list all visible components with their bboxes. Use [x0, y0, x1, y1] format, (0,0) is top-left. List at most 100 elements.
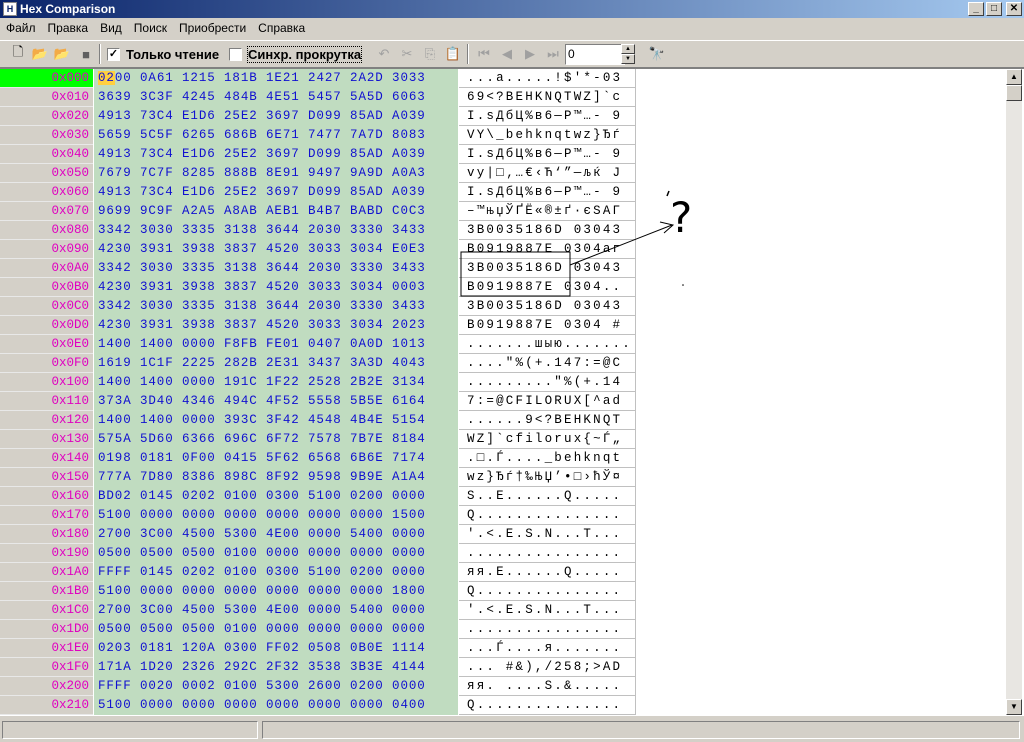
- cut-button[interactable]: ✂: [397, 44, 417, 64]
- row-hex-bytes[interactable]: 5659 5C5F 6265 686B 6E71 7477 7A7D 8083: [94, 126, 458, 145]
- hex-row[interactable]: 0x0F0 1619 1C1F 2225 282B 2E31 3437 3A3D …: [0, 354, 636, 373]
- row-hex-bytes[interactable]: 777A 7D80 8386 898C 8F92 9598 9B9E A1A4: [94, 468, 458, 487]
- row-hex-bytes[interactable]: 3342 3030 3335 3138 3644 2030 3330 3433: [94, 221, 458, 240]
- hex-view[interactable]: 0x000 0200 0A61 1215 181B 1E21 2427 2A2D …: [0, 68, 1024, 716]
- row-hex-bytes[interactable]: 1400 1400 0000 F8FB FE01 0407 0A0D 1013: [94, 335, 458, 354]
- row-ascii[interactable]: 3B0035186D 03043: [459, 259, 636, 278]
- menu-edit[interactable]: Правка: [42, 18, 95, 38]
- row-ascii[interactable]: 3B0035186D 03043: [459, 221, 636, 240]
- row-ascii[interactable]: vy|□‚…€‹Ћ‘”—љќ J: [459, 164, 636, 183]
- hex-row[interactable]: 0x200 FFFF 0020 0002 0100 5300 2600 0200 …: [0, 677, 636, 696]
- hex-row[interactable]: 0x120 1400 1400 0000 393C 3F42 4548 4B4E …: [0, 411, 636, 430]
- scroll-down-icon[interactable]: ▼: [1006, 699, 1022, 715]
- prev-diff-button[interactable]: ◀: [497, 44, 517, 64]
- hex-row[interactable]: 0x140 0198 0181 0F00 0415 5F62 6568 6B6E …: [0, 449, 636, 468]
- offset-spinner[interactable]: ▲ ▼: [621, 44, 635, 65]
- row-ascii[interactable]: Q...............: [459, 696, 636, 715]
- hex-row[interactable]: 0x020 4913 73C4 E1D6 25E2 3697 D099 85AD …: [0, 107, 636, 126]
- hex-row[interactable]: 0x1F0 171A 1D20 2326 292C 2F32 3538 3B3E …: [0, 658, 636, 677]
- menu-view[interactable]: Вид: [94, 18, 128, 38]
- row-ascii[interactable]: яя. ....S.&.....: [459, 677, 636, 696]
- menu-file[interactable]: Файл: [0, 18, 42, 38]
- next-diff-button[interactable]: ▶: [520, 44, 540, 64]
- open-compare-button[interactable]: 📂: [52, 44, 72, 64]
- row-hex-bytes[interactable]: 7679 7C7F 8285 888B 8E91 9497 9A9D A0A3: [94, 164, 458, 183]
- row-ascii[interactable]: '.<.E.S.N...T...: [459, 601, 636, 620]
- row-hex-bytes[interactable]: 5100 0000 0000 0000 0000 0000 0000 1500: [94, 506, 458, 525]
- hex-row[interactable]: 0x100 1400 1400 0000 191C 1F22 2528 2B2E …: [0, 373, 636, 392]
- row-ascii[interactable]: ...a.....!$'*-03: [459, 69, 636, 88]
- hex-row[interactable]: 0x0B0 4230 3931 3938 3837 4520 3033 3034 …: [0, 278, 636, 297]
- row-hex-bytes[interactable]: 3342 3030 3335 3138 3644 2030 3330 3433: [94, 297, 458, 316]
- row-hex-bytes[interactable]: 1400 1400 0000 191C 1F22 2528 2B2E 3134: [94, 373, 458, 392]
- row-ascii[interactable]: I.sДбЦ%в6—Р™…- 9: [459, 107, 636, 126]
- hex-row[interactable]: 0x150 777A 7D80 8386 898C 8F92 9598 9B9E …: [0, 468, 636, 487]
- spin-up-icon[interactable]: ▲: [621, 44, 635, 54]
- row-ascii[interactable]: ......9<?BEHKNQT: [459, 411, 636, 430]
- row-hex-bytes[interactable]: 575A 5D60 6366 696C 6F72 7578 7B7E 8184: [94, 430, 458, 449]
- hex-row[interactable]: 0x1E0 0203 0181 120A 0300 FF02 0508 0B0E …: [0, 639, 636, 658]
- stop-button[interactable]: ■: [76, 44, 96, 64]
- row-ascii[interactable]: 7:=@CFILORUX[^ad: [459, 392, 636, 411]
- hex-row[interactable]: 0x030 5659 5C5F 6265 686B 6E71 7477 7A7D …: [0, 126, 636, 145]
- close-button[interactable]: ✕: [1006, 2, 1022, 16]
- row-ascii[interactable]: .......шыю.......: [459, 335, 636, 354]
- row-hex-bytes[interactable]: 2700 3C00 4500 5300 4E00 0000 5400 0000: [94, 525, 458, 544]
- edit-cursor[interactable]: 02: [98, 71, 115, 85]
- scroll-thumb[interactable]: [1006, 85, 1022, 101]
- sync-scroll-checkbox[interactable]: [229, 48, 242, 61]
- row-ascii[interactable]: .□.Ѓ...._behknqt: [459, 449, 636, 468]
- row-ascii[interactable]: 3B0035186D 03043: [459, 297, 636, 316]
- find-button[interactable]: 🔭: [647, 44, 667, 64]
- row-ascii[interactable]: ................: [459, 544, 636, 563]
- hex-row[interactable]: 0x080 3342 3030 3335 3138 3644 2030 3330 …: [0, 221, 636, 240]
- hex-row[interactable]: 0x050 7679 7C7F 8285 888B 8E91 9497 9A9D …: [0, 164, 636, 183]
- spin-down-icon[interactable]: ▼: [621, 54, 635, 64]
- row-ascii[interactable]: wz}Ђѓ†‰ЊЏ’•□›ћЎ¤: [459, 468, 636, 487]
- row-hex-bytes[interactable]: 4230 3931 3938 3837 4520 3033 3034 E0E3: [94, 240, 458, 259]
- row-hex-bytes[interactable]: 0500 0500 0500 0100 0000 0000 0000 0000: [94, 620, 458, 639]
- hex-row[interactable]: 0x0A0 3342 3030 3335 3138 3644 2030 3330 …: [0, 259, 636, 278]
- hex-row[interactable]: 0x040 4913 73C4 E1D6 25E2 3697 D099 85AD …: [0, 145, 636, 164]
- hex-row[interactable]: 0x110 373A 3D40 4346 494C 4F52 5558 5B5E …: [0, 392, 636, 411]
- hex-row[interactable]: 0x1B0 5100 0000 0000 0000 0000 0000 0000 …: [0, 582, 636, 601]
- menu-buy[interactable]: Приобрести: [173, 18, 252, 38]
- hex-row[interactable]: 0x130 575A 5D60 6366 696C 6F72 7578 7B7E …: [0, 430, 636, 449]
- row-hex-bytes[interactable]: 3342 3030 3335 3138 3644 2030 3330 3433: [94, 259, 458, 278]
- hex-row[interactable]: 0x010 3639 3C3F 4245 484B 4E51 5457 5A5D …: [0, 88, 636, 107]
- row-ascii[interactable]: WZ]`cfilorux{~Ѓ„: [459, 430, 636, 449]
- row-hex-bytes[interactable]: 0500 0500 0500 0100 0000 0000 0000 0000: [94, 544, 458, 563]
- paste-button[interactable]: 📋: [443, 44, 463, 64]
- row-hex-bytes[interactable]: BD02 0145 0202 0100 0300 5100 0200 0000: [94, 487, 458, 506]
- row-hex-bytes[interactable]: 4230 3931 3938 3837 4520 3033 3034 0003: [94, 278, 458, 297]
- row-ascii[interactable]: I.sДбЦ%в6—Р™…- 9: [459, 145, 636, 164]
- row-ascii[interactable]: B0919887E 0304 #: [459, 316, 636, 335]
- hex-row[interactable]: 0x160 BD02 0145 0202 0100 0300 5100 0200 …: [0, 487, 636, 506]
- row-ascii[interactable]: '.<.E.S.N...T...: [459, 525, 636, 544]
- vertical-scrollbar[interactable]: ▲ ▼: [1006, 69, 1022, 715]
- sync-scroll-label[interactable]: Синхр. прокрутка: [246, 46, 363, 63]
- row-ascii[interactable]: VY\_behknqtwz}Ђѓ: [459, 126, 636, 145]
- row-hex-bytes[interactable]: 5100 0000 0000 0000 0000 0000 0000 0400: [94, 696, 458, 715]
- row-ascii[interactable]: B0919887E 0304аг: [459, 240, 636, 259]
- row-hex-bytes[interactable]: 0203 0181 120A 0300 FF02 0508 0B0E 1114: [94, 639, 458, 658]
- row-ascii[interactable]: I.sДбЦ%в6—Р™…- 9: [459, 183, 636, 202]
- row-hex-bytes[interactable]: 2700 3C00 4500 5300 4E00 0000 5400 0000: [94, 601, 458, 620]
- maximize-button[interactable]: □: [986, 2, 1002, 16]
- new-file-button[interactable]: 🗋: [8, 44, 28, 64]
- row-ascii[interactable]: B0919887E 0304..: [459, 278, 636, 297]
- row-ascii[interactable]: ...."%(+.147:=@C: [459, 354, 636, 373]
- row-hex-bytes[interactable]: 4230 3931 3938 3837 4520 3033 3034 2023: [94, 316, 458, 335]
- row-hex-bytes[interactable]: 0198 0181 0F00 0415 5F62 6568 6B6E 7174: [94, 449, 458, 468]
- row-hex-bytes[interactable]: FFFF 0145 0202 0100 0300 5100 0200 0000: [94, 563, 458, 582]
- last-diff-button[interactable]: ⏭: [543, 44, 563, 64]
- menu-search[interactable]: Поиск: [128, 18, 173, 38]
- row-ascii[interactable]: яя.E......Q.....: [459, 563, 636, 582]
- row-hex-bytes[interactable]: 3639 3C3F 4245 484B 4E51 5457 5A5D 6063: [94, 88, 458, 107]
- row-ascii[interactable]: ................: [459, 620, 636, 639]
- row-hex-bytes[interactable]: 5100 0000 0000 0000 0000 0000 0000 1800: [94, 582, 458, 601]
- menu-help[interactable]: Справка: [252, 18, 311, 38]
- hex-row[interactable]: 0x0E0 1400 1400 0000 F8FB FE01 0407 0A0D …: [0, 335, 636, 354]
- hex-row[interactable]: 0x0C0 3342 3030 3335 3138 3644 2030 3330 …: [0, 297, 636, 316]
- open-file-button[interactable]: 📂: [30, 44, 50, 64]
